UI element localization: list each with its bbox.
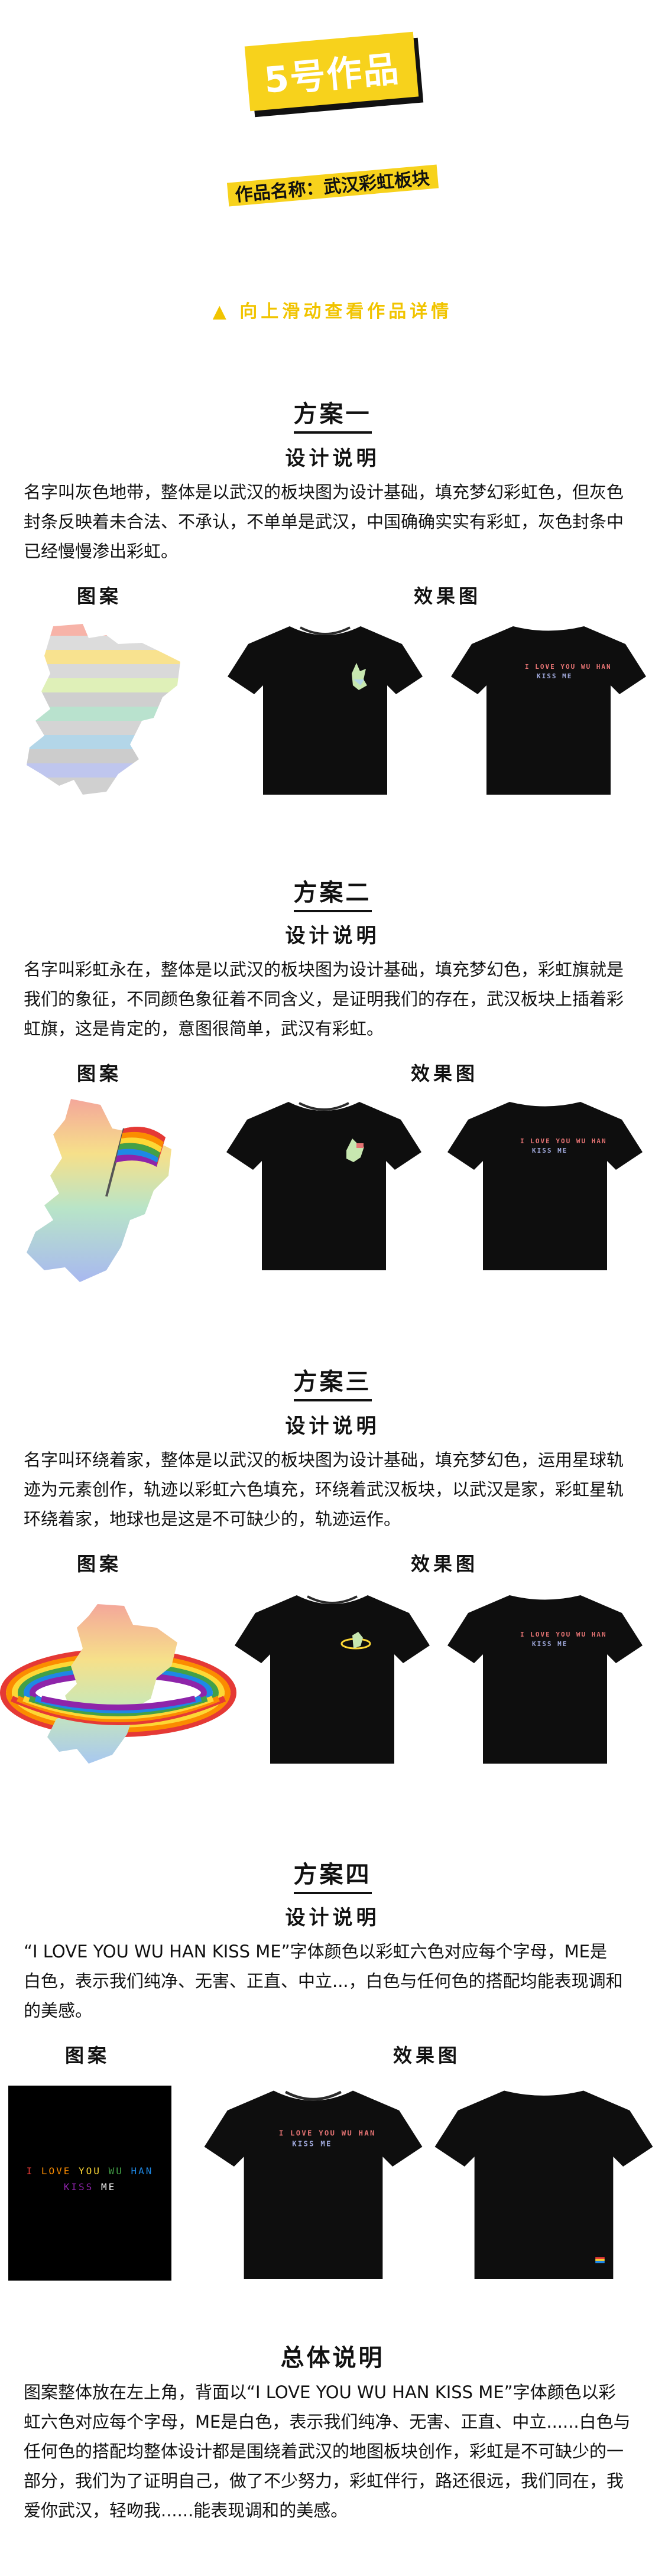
scroll-hint[interactable]: ▲ 向上滑动查看作品详情 xyxy=(0,297,665,323)
plan-1-shirt-back: I LOVE YOU WU HAN KISS ME xyxy=(451,626,646,795)
plan-3-shirt-front xyxy=(235,1595,430,1764)
plan-2-pattern-map xyxy=(27,1099,171,1282)
plan-3-pattern-label: 图案 xyxy=(77,1553,122,1575)
plan-1-pattern-map xyxy=(27,624,180,795)
plan-1-back-line1: I LOVE YOU WU HAN xyxy=(525,663,612,671)
plan-4-front-line2: KISS ME xyxy=(292,2139,332,2148)
plan-3-pattern-map xyxy=(0,1604,236,1764)
plan-2-title: 方案二 xyxy=(0,873,665,912)
plan-4-effect-label: 效果图 xyxy=(393,2044,461,2067)
title-badge-text: 5号作品 xyxy=(262,48,401,102)
plan-1-design-heading: 设计说明 xyxy=(285,447,380,470)
plan-4-shirt-front: I LOVE YOU WU HAN KISS ME xyxy=(204,2090,423,2279)
plan-2-effect-label: 效果图 xyxy=(411,1062,479,1085)
plan-4-design-heading: 设计说明 xyxy=(285,1906,380,1930)
plan-3-description: 名字叫环绕着家，整体是以武汉的板块图为设计基础，填充梦幻色，运用星球轨 迹为元素创… xyxy=(24,1450,624,1529)
plan-4-front-line1: I LOVE YOU WU HAN xyxy=(279,2129,376,2138)
plan-1-description: 名字叫灰色地带，整体是以武汉的板块图为设计基础，填充梦幻彩虹色，但灰色 封条反映着… xyxy=(24,482,624,561)
plan-3-effect-label: 效果图 xyxy=(411,1553,479,1575)
plan-1-title: 方案一 xyxy=(0,395,665,434)
plan-1-back-line2: KISS ME xyxy=(537,672,572,680)
plan-2-design-heading: 设计说明 xyxy=(285,924,380,948)
plan-3-back-line2: KISS ME xyxy=(532,1640,567,1648)
plan-1-shirt-front xyxy=(228,626,423,795)
plan-2-back-line2: KISS ME xyxy=(532,1147,567,1154)
summary-description: 图案整体放在左上角，背面以“I LOVE YOU WU HAN KISS ME”… xyxy=(24,2382,631,2520)
plan-3-back-line1: I LOVE YOU WU HAN xyxy=(520,1631,607,1638)
plan-3-title: 方案三 xyxy=(0,1362,665,1401)
plan-4-pattern-black-card: I LOVE YOU WU HAN KISS ME xyxy=(8,2086,171,2281)
plan-1-effect-label: 效果图 xyxy=(414,585,482,607)
plan-2-shirt-front xyxy=(226,1102,421,1270)
plan-2-description: 名字叫彩虹永在，整体是以武汉的板块图为设计基础，填充梦幻色，彩虹旗就是 我们的象征… xyxy=(24,960,624,1039)
plan-3-shirt-back: I LOVE YOU WU HAN KISS ME xyxy=(447,1595,643,1764)
plan-2-pattern-label: 图案 xyxy=(77,1062,122,1085)
summary-title: 总体说明 xyxy=(280,2344,385,2372)
plan-4-pattern-label: 图案 xyxy=(65,2044,111,2067)
plan-4-pattern-text: I LOVE YOU WU HAN KISS ME xyxy=(26,2165,154,2193)
plan-4-shirt-back xyxy=(434,2090,653,2279)
plan-4-description: “I LOVE YOU WU HAN KISS ME”字体颜色以彩虹六色对应每个… xyxy=(24,1941,623,2021)
plan-3-design-heading: 设计说明 xyxy=(285,1414,380,1438)
plan-4-title: 方案四 xyxy=(0,1855,665,1894)
plan-2-shirt-back: I LOVE YOU WU HAN KISS ME xyxy=(447,1102,643,1270)
plan-1-pattern-label: 图案 xyxy=(77,585,122,607)
plan-2-back-line1: I LOVE YOU WU HAN xyxy=(520,1137,607,1145)
work-name: 作品名称：武汉彩虹板块 xyxy=(234,168,431,206)
